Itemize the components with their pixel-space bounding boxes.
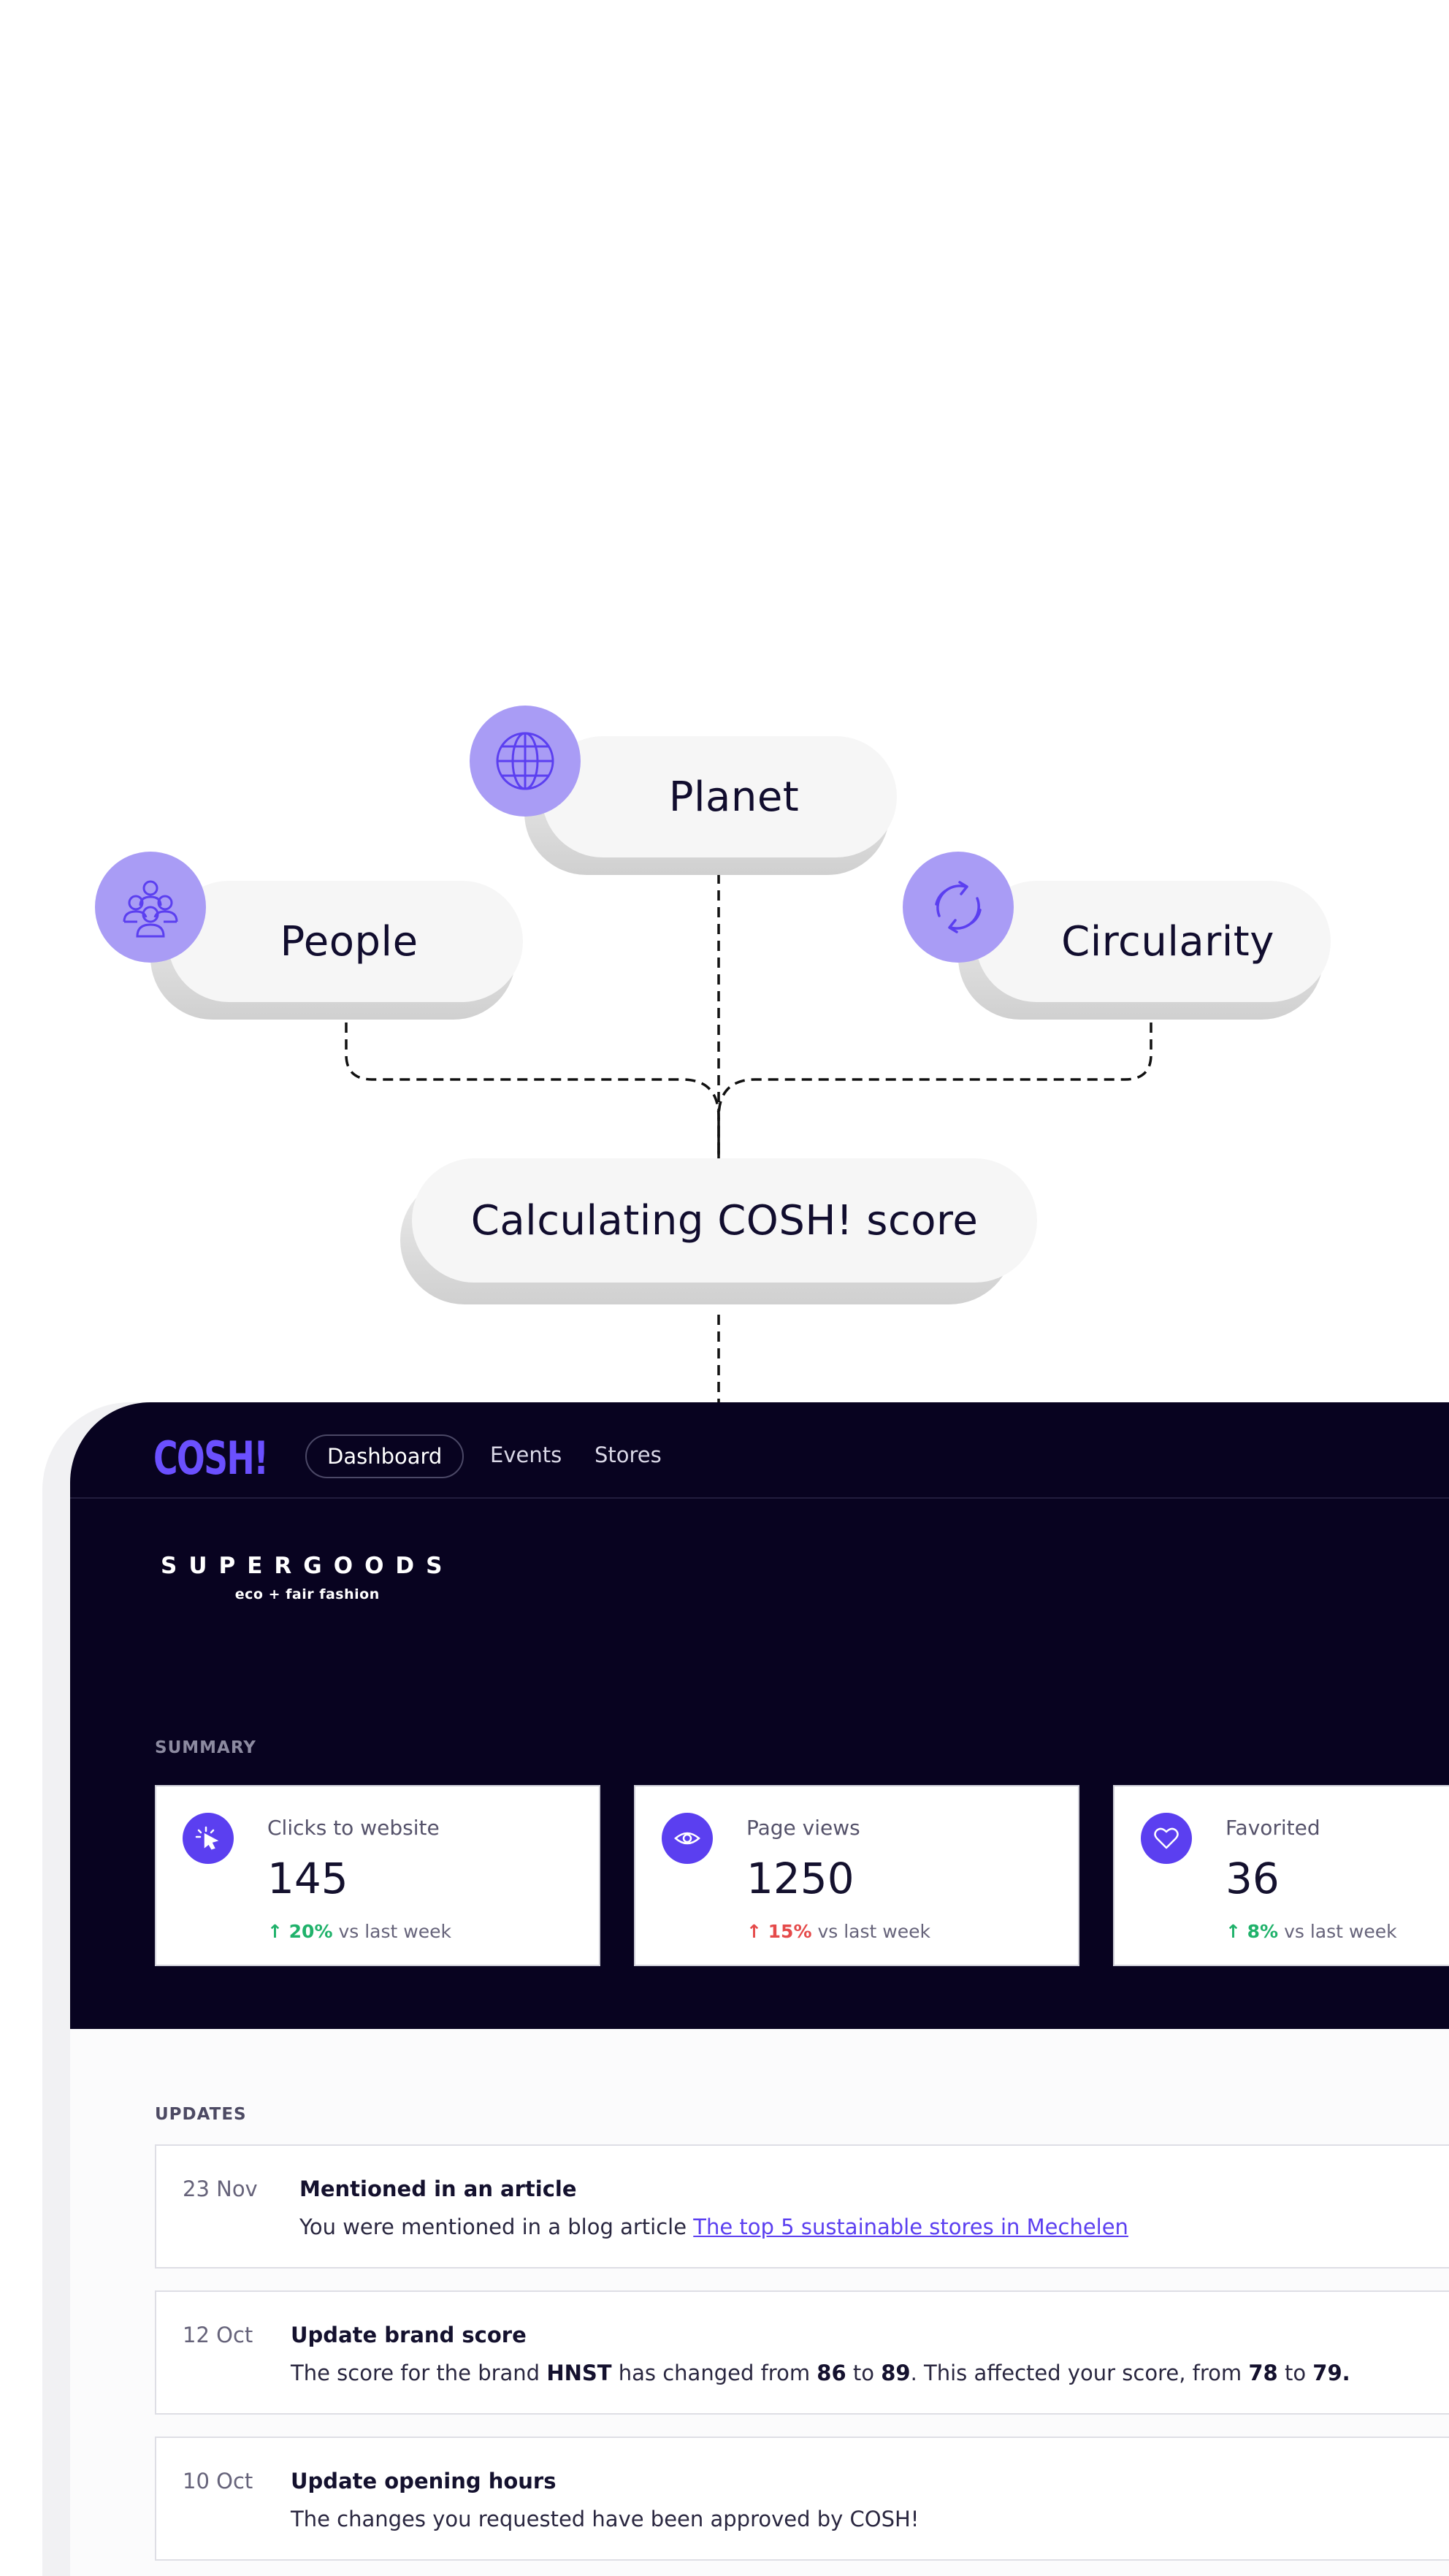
circularity-label: Circularity <box>976 881 1331 1002</box>
score-label: Calculating COSH! score <box>412 1158 1037 1283</box>
cosh-logo[interactable]: COSH! <box>153 1432 269 1485</box>
heart-icon <box>1141 1813 1192 1864</box>
old-store-score: 78 <box>1248 2361 1278 2385</box>
update-date: 12 Oct <box>183 2323 253 2347</box>
trend-text: vs last week <box>338 1921 451 1942</box>
top-navigation: COSH! Dashboard Events Stores <box>70 1402 1449 1499</box>
card-label: Clicks to website <box>267 1816 440 1840</box>
update-title: Update brand score <box>291 2323 527 2347</box>
updates-heading: UPDATES <box>155 2105 247 2124</box>
people-node: People <box>150 881 523 1020</box>
trend-up-icon: ↑ <box>267 1921 289 1942</box>
dashboard: COSH! Dashboard Events Stores SUPERGOODS… <box>70 1402 1449 2576</box>
trend-percent: 20% <box>288 1921 333 1942</box>
eye-icon <box>662 1813 713 1864</box>
summary-heading: SUMMARY <box>155 1738 256 1757</box>
score-node: Calculating COSH! score <box>400 1158 1037 1304</box>
globe-icon <box>470 706 581 817</box>
card-trend: ↑ 8% vs last week <box>1226 1921 1397 1942</box>
update-title: Update opening hours <box>291 2469 557 2493</box>
update-item: 12 Oct Update brand score The score for … <box>155 2290 1449 2415</box>
update-date: 10 Oct <box>183 2469 253 2493</box>
new-store-score: 79. <box>1312 2361 1350 2385</box>
connector-people <box>345 1023 720 1169</box>
update-text: The score for the brand HNST has changed… <box>291 2361 1350 2385</box>
planet-label: Planet <box>542 736 897 857</box>
nav-events[interactable]: Events <box>490 1434 562 1475</box>
card-value: 1250 <box>746 1854 855 1903</box>
update-date: 23 Nov <box>183 2176 258 2201</box>
summary-card-favorited[interactable]: Favorited 36 ↑ 8% vs last week <box>1113 1785 1449 1966</box>
update-text: The changes you requested have been appr… <box>291 2507 920 2531</box>
trend-percent: 8% <box>1247 1921 1279 1942</box>
text-part: to <box>1277 2361 1313 2385</box>
card-value: 145 <box>267 1854 348 1903</box>
update-text: You were mentioned in a blog article The… <box>299 2214 1128 2239</box>
cursor-click-icon <box>183 1813 234 1864</box>
recycle-arrows-icon <box>903 852 1014 963</box>
connector-circularity <box>717 1023 1152 1169</box>
brand-name: SUPERGOODS <box>161 1553 454 1579</box>
trend-up-icon: ↑ <box>1226 1921 1247 1942</box>
update-item: 10 Oct Update opening hours The changes … <box>155 2437 1449 2561</box>
article-link[interactable]: The top 5 sustainable stores in Mechelen <box>693 2214 1128 2239</box>
brand-tagline: eco + fair fashion <box>234 1586 380 1602</box>
people-group-icon <box>95 852 206 963</box>
update-item: 23 Nov Mentioned in an article You were … <box>155 2144 1449 2269</box>
dashboard-header: COSH! Dashboard Events Stores SUPERGOODS… <box>70 1402 1449 2029</box>
nav-stores[interactable]: Stores <box>594 1434 662 1475</box>
text-part: to <box>846 2361 882 2385</box>
circularity-node: Circularity <box>958 881 1331 1020</box>
trend-up-icon: ↑ <box>746 1921 768 1942</box>
summary-card-clicks[interactable]: Clicks to website 145 ↑ 20% vs last week <box>155 1785 600 1966</box>
trend-text: vs last week <box>817 1921 930 1942</box>
brand-name-bold: HNST <box>546 2361 612 2385</box>
text-part: . This affected your score, from <box>910 2361 1249 2385</box>
update-text-body: You were mentioned in a blog article <box>299 2214 694 2239</box>
card-trend: ↑ 15% vs last week <box>746 1921 930 1942</box>
card-trend: ↑ 20% vs last week <box>267 1921 451 1942</box>
trend-percent: 15% <box>768 1921 812 1942</box>
update-title: Mentioned in an article <box>299 2176 577 2201</box>
people-label: People <box>168 881 523 1002</box>
card-value: 36 <box>1226 1854 1280 1903</box>
text-part: has changed from <box>611 2361 817 2385</box>
old-brand-score: 86 <box>817 2361 846 2385</box>
trend-text: vs last week <box>1284 1921 1397 1942</box>
summary-card-pageviews[interactable]: Page views 1250 ↑ 15% vs last week <box>634 1785 1079 1966</box>
card-label: Favorited <box>1226 1816 1320 1840</box>
nav-dashboard[interactable]: Dashboard <box>305 1434 464 1478</box>
new-brand-score: 89 <box>881 2361 911 2385</box>
card-label: Page views <box>746 1816 860 1840</box>
brand-logo: SUPERGOODS eco + fair fashion <box>161 1553 454 1602</box>
text-part: The score for the brand <box>291 2361 547 2385</box>
